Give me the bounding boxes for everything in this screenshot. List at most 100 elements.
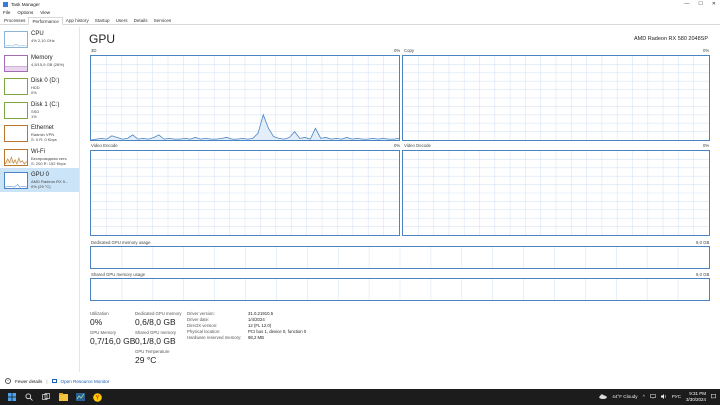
physical-location-value: PCI bus 1, device 0, function 0 [248,329,307,334]
graph-copy-percent: 0% [703,48,710,53]
dedicated-memory-max: 8,0 GB [696,240,710,245]
gpu-temperature-value: 29 °C [135,355,157,365]
gpu-temperature-label: GPU Temperature [135,349,170,354]
maximize-icon[interactable]: ☐ [698,1,702,7]
shared-memory-label: Shared GPU memory usage [91,272,145,277]
graph-3d-label: 3D [91,48,97,53]
notifications-icon[interactable] [711,393,716,400]
sidebar-item-memory[interactable]: Memory 4,5/15,9 GB (28%) [0,51,79,75]
sidebar-item-detail: 0% [31,90,37,96]
cloud-icon [599,393,608,400]
driver-version-label: Driver version: [187,311,215,316]
minimize-icon[interactable]: — [684,1,689,7]
sidebar-item-label: GPU 0 [31,172,50,178]
driver-date-label: Driver date: [187,317,210,322]
sidebar-item-label: CPU [31,31,44,37]
graph-video-decode-grid [403,151,709,235]
tab-strip: Processes Performance App history Startu… [0,17,720,25]
weather-text[interactable]: 44°F Cloudy [612,394,637,399]
graph-video-encode-percent: 0% [394,143,401,148]
tab-details[interactable]: Details [131,17,151,25]
svg-text:Y: Y [95,395,99,401]
sidebar-item-label: Memory [31,54,53,61]
sidebar-item-detail: 4,5/15,9 GB (28%) [31,61,65,67]
sidebar-item-detail: S: 0 R: 0 Kbps [31,137,57,143]
disk-1-thumbnail-graph [4,101,28,119]
windows-start-icon[interactable] [7,392,17,402]
graph-video-encode-grid [91,151,399,235]
sidebar-item-disk-0[interactable]: Disk 0 (D:) HDD 0% [0,74,79,98]
sidebar-item-wifi[interactable]: Wi-Fi Беспроводная сеть S: 200 R: 152 Kb… [0,145,79,169]
sidebar-item-disk-1[interactable]: Disk 1 (C:) SSD 1% [0,98,79,122]
tab-app-history[interactable]: App history [63,17,92,25]
graph-copy[interactable] [402,55,710,141]
tab-performance[interactable]: Performance [28,17,63,25]
gpu-thumbnail-graph [4,172,28,189]
gpu-panel: GPU AMD Radeon RX 580 2048SP 3D 0% Copy … [88,27,714,372]
sidebar-item-gpu-0[interactable]: GPU 0 AMD Radeon RX 5... 0% (29 °C) [0,168,79,192]
tab-users[interactable]: Users [113,17,131,25]
graph-video-encode[interactable] [90,150,400,236]
resource-monitor-icon [51,379,57,383]
window-title: Task Manager [11,2,40,7]
graph-video-decode-label: Video Decode [404,143,431,148]
fewer-details-link[interactable]: Fewer details [15,379,42,384]
graph-video-decode-percent: 0% [703,143,710,148]
page-title: GPU [89,32,116,46]
input-language[interactable]: РУС [672,394,681,399]
footer-separator: | [46,378,48,384]
footer-bar: ^ Fewer details | Open Resource Monitor [0,376,720,386]
file-explorer-icon[interactable] [58,392,68,402]
graph-copy-grid [403,56,709,140]
shared-memory-grid [121,279,679,300]
shared-memory-graph[interactable] [90,278,710,301]
shared-memory-max: 8,0 GB [696,272,710,277]
driver-version-value: 31.0.21910.5 [248,311,274,316]
performance-sidebar: CPU 4% 2,10 GHz Memory 4,5/15,9 GB (28%)… [0,27,80,372]
sidebar-item-ethernet[interactable]: Ethernet Radmin VPN S: 0 R: 0 Kbps [0,121,79,145]
chevron-up-tray-icon[interactable]: ^ [643,394,645,399]
taskbar-clock[interactable]: 9:31 PM 3/30/2024 [686,391,706,402]
sidebar-item-label: Disk 0 (D:) [31,78,60,84]
graph-video-decode[interactable] [402,150,710,236]
yandex-browser-icon[interactable]: Y [92,392,102,402]
physical-location-label: Physical location: [187,329,221,334]
open-resource-monitor-link[interactable]: Open Resource Monitor [61,379,110,384]
search-icon[interactable] [24,392,34,402]
gpu-memory-value: 0,7/16,0 GB [90,336,136,346]
menu-file[interactable]: File [3,10,10,15]
directx-version-label: DirectX version: [187,323,218,328]
task-manager-icon [3,2,8,7]
graph-3d-percent: 0% [394,48,401,53]
graph-3d[interactable] [90,55,400,141]
graph-video-encode-label: Video Encode [91,143,118,148]
close-icon[interactable]: ✕ [712,1,716,7]
gpu-memory-label: GPU Memory [90,330,117,335]
sidebar-item-cpu[interactable]: CPU 4% 2,10 GHz [0,27,79,51]
hardware-reserved-memory-value: 98,2 MB [248,335,265,340]
ethernet-thumbnail-graph [4,125,28,142]
utilization-label: Utilization [90,311,109,316]
menu-view[interactable]: View [40,10,50,15]
memory-thumbnail-graph [4,54,28,72]
driver-date-value: 1/4/2024 [248,317,265,322]
tab-startup[interactable]: Startup [92,17,113,25]
speaker-icon[interactable] [660,393,667,400]
title-bar: Task Manager [0,0,720,9]
gpu-model-name: AMD Radeon RX 580 2048SP [634,36,708,42]
shared-gpu-memory-value: 0,1/8,0 GB [135,336,176,346]
network-icon[interactable] [650,393,656,400]
task-view-icon[interactable] [41,392,51,402]
task-manager-taskbar-icon[interactable] [75,392,85,402]
tab-processes[interactable]: Processes [1,17,28,25]
hardware-reserved-memory-label: Hardware reserved memory: [187,335,242,340]
menu-options[interactable]: Options [17,10,33,15]
chevron-up-icon[interactable]: ^ [5,378,11,384]
sidebar-item-label: Disk 1 (C:) [31,101,60,108]
dedicated-memory-graph[interactable] [90,246,710,269]
sidebar-item-label: Ethernet [31,125,54,131]
taskbar: Y 44°F Cloudy ^ РУС 9:31 PM 3/30/2024 [0,389,720,405]
disk-0-thumbnail-graph [4,78,28,95]
dedicated-gpu-memory-label: Dedicated GPU memory [135,311,182,316]
tab-services[interactable]: Services [151,17,175,25]
